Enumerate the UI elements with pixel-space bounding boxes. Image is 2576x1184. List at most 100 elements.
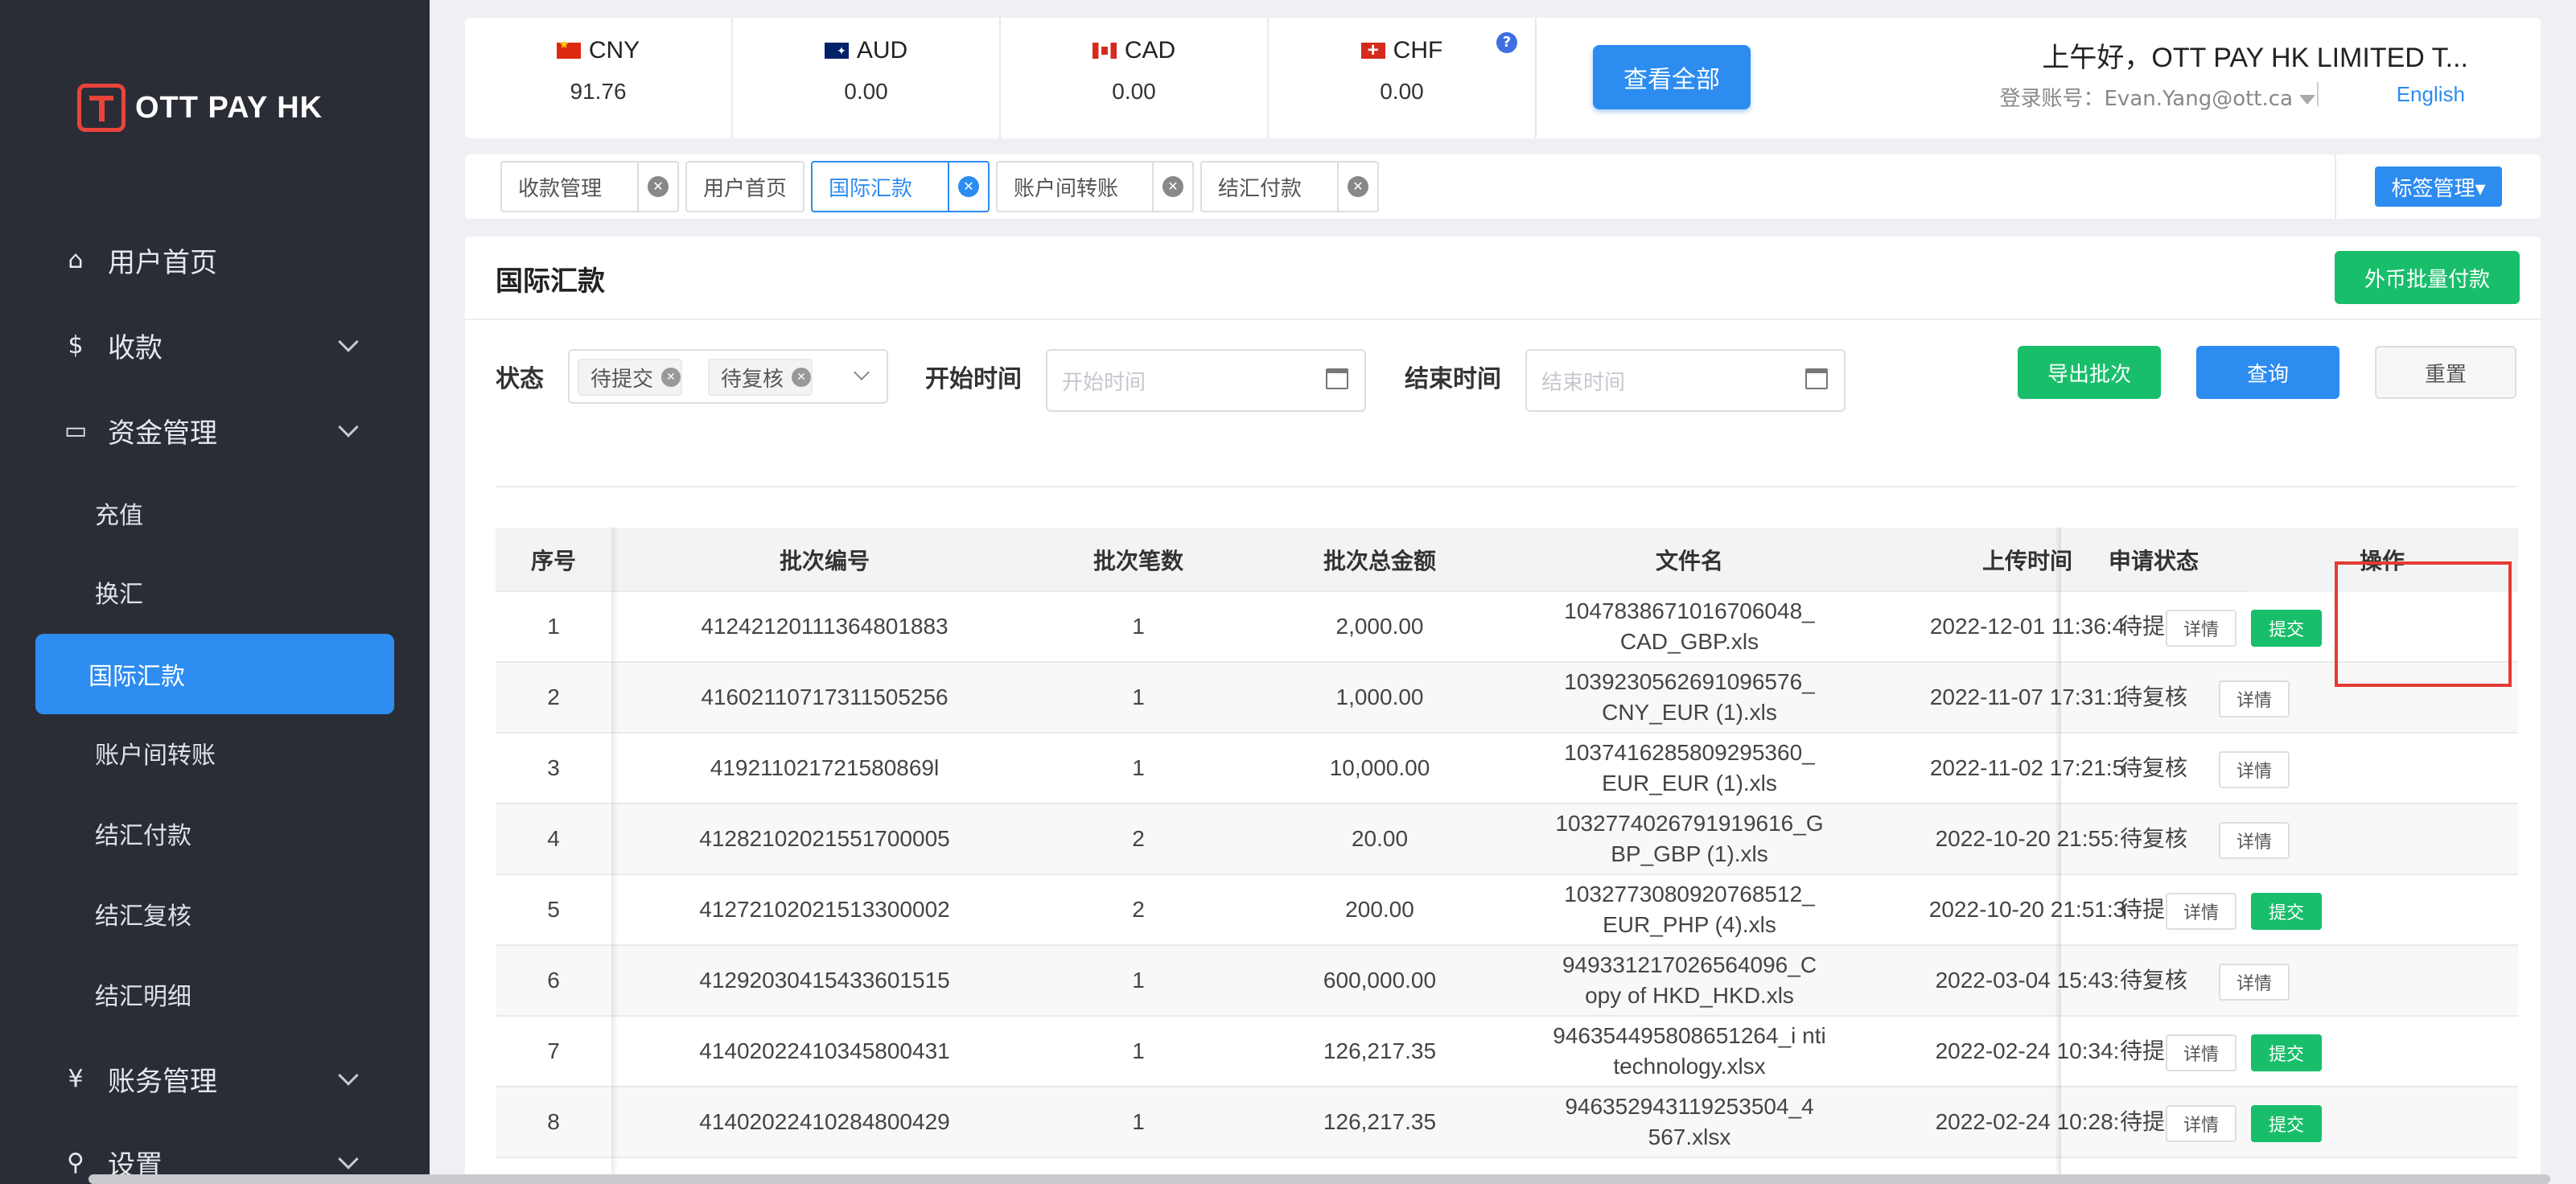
balance-aud: AUD 0.00 <box>733 18 1001 138</box>
cell-count: 1 <box>1132 614 1145 639</box>
tab-close-button[interactable]: ✕ <box>1337 162 1377 211</box>
cell-batch: 41402022410284800429 <box>699 1109 950 1134</box>
tag-manage-area: 标签管理▾ <box>2335 154 2541 219</box>
cell-no: 6 <box>547 968 560 993</box>
cell-no: 1 <box>547 614 560 639</box>
cell-amount: 200.00 <box>1345 897 1414 922</box>
detail-button[interactable]: 详情 <box>2219 751 2290 788</box>
detail-button[interactable]: 详情 <box>2166 1105 2237 1142</box>
reset-button[interactable]: 重置 <box>2375 346 2516 399</box>
help-icon[interactable]: ? <box>1496 32 1517 53</box>
sidebar-item-home[interactable]: ⌂ 用户首页 <box>0 232 430 288</box>
sidebar-sub-settlement-detail[interactable]: 结汇明细 <box>95 970 191 1018</box>
detail-button[interactable]: 详情 <box>2219 964 2290 1001</box>
sidebar-item-funds[interactable]: ▭ 资金管理 <box>0 402 430 458</box>
query-button[interactable]: 查询 <box>2196 346 2339 399</box>
tab-user-home[interactable]: 用户首页 <box>685 161 804 212</box>
sidebar-sub-recharge[interactable]: 充值 <box>95 489 143 537</box>
submit-button[interactable]: 提交 <box>2251 893 2322 930</box>
chevron-down-icon <box>338 1065 359 1086</box>
main-panel: 国际汇款 外币批量付款 状态 待提交 ✕ 待复核 ✕ 开始时间 开始时间 结束时间 … <box>465 236 2541 1184</box>
tabs-bar: 收款管理 ✕ 用户首页 国际汇款 ✕ 账户间转账 ✕ 结汇付款 ✕ 标签管理▾ <box>465 154 2541 219</box>
account-label: 登录账号：Evan.Yang@ott.ca <box>1999 87 2294 111</box>
tab-close-button[interactable]: ✕ <box>948 162 988 211</box>
column-header: 批次总金额 <box>1323 548 1436 574</box>
tab-international-remittance[interactable]: 国际汇款 ✕ <box>811 161 990 212</box>
horizontal-scrollbar[interactable] <box>88 1174 2550 1184</box>
logo-icon <box>77 84 126 132</box>
close-icon: ✕ <box>1162 176 1183 197</box>
cell-count: 1 <box>1132 684 1145 709</box>
sidebar-sub-exchange[interactable]: 换汇 <box>95 568 143 616</box>
table-row: 4 41282102021551700005 2 20.00 1032774026791… <box>496 804 2518 875</box>
close-icon[interactable]: ✕ <box>661 368 681 387</box>
tab-label: 结汇付款 <box>1218 176 1302 201</box>
table-row: 2 41602110717311505256 1 1,000.00 1039230562… <box>496 663 2518 734</box>
cell-no: 8 <box>547 1109 560 1134</box>
cell-file: 1039230562691096576_ CNY_EUR (1).xls <box>1564 669 1815 725</box>
sidebar-sub-settlement-pay[interactable]: 结汇付款 <box>95 809 191 857</box>
end-time-input[interactable]: 结束时间 <box>1525 349 1846 412</box>
cell-file: 1047838671016706048_ CAD_GBP.xls <box>1564 598 1815 654</box>
table-row: 6 41292030415433601515 1 600,000.00 94933121… <box>496 946 2518 1017</box>
submit-button[interactable]: 提交 <box>2251 1034 2322 1071</box>
export-batch-button[interactable]: 导出批次 <box>2018 346 2161 399</box>
sidebar-item-accounting[interactable]: ¥ 账务管理 <box>0 1050 430 1107</box>
submit-button[interactable]: 提交 <box>2251 610 2322 647</box>
australia-flag-icon <box>824 43 849 59</box>
cell-file: 949331217026564096_C opy of HKD_HKD.xls <box>1562 952 1817 1008</box>
tab-settlement-payment[interactable]: 结汇付款 ✕ <box>1200 161 1379 212</box>
column-header: 申请状态 <box>2108 548 2199 574</box>
status-chip: 待提交 ✕ <box>578 359 683 396</box>
sidebar-sub-settlement-review[interactable]: 结汇复核 <box>95 890 191 938</box>
language-switch[interactable]: English <box>2397 82 2465 107</box>
chevron-down-icon <box>854 364 870 380</box>
start-time-input[interactable]: 开始时间 <box>1046 349 1366 412</box>
account-dropdown[interactable]: 登录账号：Evan.Yang@ott.ca <box>1999 82 2315 112</box>
close-icon[interactable]: ✕ <box>792 368 812 387</box>
cell-file: 946352943119253504_4 567.xlsx <box>1565 1094 1814 1149</box>
brand-logo[interactable]: OTT PAY HK <box>77 84 323 132</box>
detail-button[interactable]: 详情 <box>2166 610 2237 647</box>
currency-balance: 0.00 <box>1380 79 1424 104</box>
china-flag-icon <box>556 38 581 59</box>
cell-amount: 2,000.00 <box>1335 614 1424 639</box>
page-title: 国际汇款 <box>496 265 605 298</box>
tab-close-button[interactable]: ✕ <box>1152 162 1192 211</box>
cell-no: 3 <box>547 755 560 780</box>
tab-label: 国际汇款 <box>829 176 913 201</box>
tab-close-button[interactable]: ✕ <box>637 162 677 211</box>
start-time-placeholder: 开始时间 <box>1062 370 1146 395</box>
batch-table: 序号 批次编号 批次笔数 批次总金额 文件名 上传时间 申请状态 操作 1 412… <box>496 528 2518 1184</box>
currency-code: CAD <box>1124 37 1176 64</box>
column-header: 批次笔数 <box>1093 548 1183 574</box>
table-row: 8 41402022410284800429 1 126,217.35 94635294… <box>496 1087 2518 1158</box>
sidebar-sub-transfer[interactable]: 账户间转账 <box>95 729 216 777</box>
annotation-highlight-box <box>2335 561 2512 687</box>
detail-button[interactable]: 详情 <box>2166 893 2237 930</box>
balance-cad: CAD 0.00 <box>1001 18 1269 138</box>
caret-down-icon <box>2299 94 2315 105</box>
currency-code: CNY <box>588 37 640 64</box>
detail-button[interactable]: 详情 <box>2219 822 2290 859</box>
canada-flag-icon <box>1092 43 1117 59</box>
view-all-button[interactable]: 查看全部 <box>1593 45 1751 109</box>
column-header: 批次编号 <box>779 548 870 574</box>
bulk-foreign-payment-button[interactable]: 外币批量付款 <box>2335 251 2520 304</box>
tab-label: 收款管理 <box>518 176 603 201</box>
end-time-placeholder: 结束时间 <box>1541 370 1626 395</box>
fixed-column-shadow <box>611 528 618 1184</box>
tab-account-transfer[interactable]: 账户间转账 ✕ <box>996 161 1194 212</box>
status-select[interactable]: 待提交 ✕ 待复核 ✕ <box>568 349 888 404</box>
cell-count: 1 <box>1132 968 1145 993</box>
tab-receipt-management[interactable]: 收款管理 ✕ <box>500 161 679 212</box>
sidebar-item-receipts[interactable]: $ 收款 <box>0 317 430 373</box>
detail-button[interactable]: 详情 <box>2219 680 2290 717</box>
status-chip: 待复核 ✕ <box>708 359 813 396</box>
detail-button[interactable]: 详情 <box>2166 1034 2237 1071</box>
sidebar-item-label: 收款 <box>108 331 163 364</box>
close-icon: ✕ <box>958 176 979 197</box>
submit-button[interactable]: 提交 <box>2251 1105 2322 1142</box>
sidebar-sub-international-remittance[interactable]: 国际汇款 <box>35 634 394 714</box>
tag-manage-button[interactable]: 标签管理▾ <box>2375 166 2502 207</box>
